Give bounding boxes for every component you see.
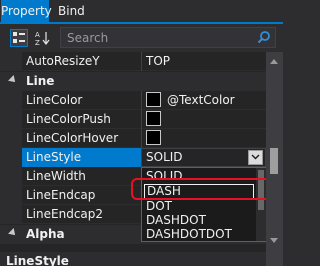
property-value[interactable]: @TextColor: [141, 91, 266, 110]
dropdown-option-highlighted[interactable]: DASH: [144, 184, 254, 199]
linestyle-dropdown-list[interactable]: SOLID DASH DOT DASHDOT DASHDOTDOT: [141, 167, 266, 242]
color-value: @TextColor: [167, 93, 235, 107]
property-value[interactable]: [141, 129, 266, 148]
expand-caret-icon[interactable]: [8, 228, 18, 238]
svg-text:A: A: [35, 31, 40, 39]
dropdown-option[interactable]: DASHDOTDOT: [144, 227, 256, 241]
scroll-thumb[interactable]: [270, 148, 278, 174]
svg-text:Z: Z: [35, 39, 40, 46]
sort-alphabetical-icon: A Z: [35, 31, 50, 46]
dropdown-option[interactable]: DASHDOT: [144, 213, 256, 228]
linestyle-dropdown[interactable]: SOLID: [141, 148, 266, 167]
toolbar: A Z: [0, 24, 283, 52]
color-swatch[interactable]: [146, 92, 161, 107]
category-line[interactable]: Line: [0, 72, 266, 91]
categorized-view-icon: [13, 32, 25, 43]
property-name: LineEndcap: [26, 188, 96, 202]
property-value[interactable]: [141, 110, 266, 129]
category-label: Line: [26, 74, 55, 88]
dropdown-scrollbar[interactable]: [256, 168, 266, 241]
color-swatch[interactable]: [146, 130, 161, 145]
dropdown-option[interactable]: DOT: [144, 199, 256, 214]
category-label: Alpha: [26, 227, 65, 241]
dropdown-scroll-thumb[interactable]: [258, 170, 264, 210]
property-name: LineColorPush: [26, 112, 111, 126]
property-row-linecolorpush[interactable]: LineColorPush: [0, 110, 266, 129]
categorized-view-button[interactable]: [10, 29, 28, 47]
property-grid: AutoResizeY TOP Line LineColor @TextColo…: [0, 52, 266, 266]
property-name: LineWidth: [26, 169, 86, 183]
property-name: AutoResizeY: [26, 54, 100, 68]
property-value[interactable]: TOP: [141, 52, 266, 71]
property-row-linecolorhover[interactable]: LineColorHover: [0, 129, 266, 148]
chevron-down-icon: [251, 154, 260, 160]
category-label: LineStyle: [6, 254, 69, 266]
property-row-linestyle[interactable]: LineStyle SOLID: [0, 148, 266, 167]
property-name: LineEndcap2: [26, 207, 104, 221]
expand-caret-icon[interactable]: [8, 75, 18, 85]
category-linestyle-partial[interactable]: LineStyle: [0, 252, 266, 266]
alphabetical-sort-button[interactable]: A Z: [34, 29, 52, 47]
property-name: LineColor: [26, 93, 83, 107]
color-swatch[interactable]: [146, 111, 161, 126]
vertical-scrollbar[interactable]: [266, 52, 283, 266]
search-input[interactable]: [67, 29, 247, 46]
dropdown-selected-value: SOLID: [146, 150, 183, 164]
tab-property[interactable]: Property: [1, 0, 52, 22]
property-name: LineColorHover: [26, 131, 119, 145]
search-box[interactable]: [60, 27, 276, 48]
search-icon[interactable]: [257, 30, 271, 44]
dropdown-toggle-button[interactable]: [248, 150, 263, 165]
property-row-autoresizey[interactable]: AutoResizeY TOP: [0, 52, 266, 71]
tab-bar: Property Bind: [0, 0, 283, 24]
property-row-linecolor[interactable]: LineColor @TextColor: [0, 91, 266, 110]
scroll-up-icon[interactable]: [270, 59, 278, 64]
dropdown-option[interactable]: SOLID: [144, 169, 256, 184]
scroll-down-icon[interactable]: [270, 238, 278, 243]
property-name: LineStyle: [22, 148, 141, 167]
tab-bind[interactable]: Bind: [58, 0, 85, 22]
